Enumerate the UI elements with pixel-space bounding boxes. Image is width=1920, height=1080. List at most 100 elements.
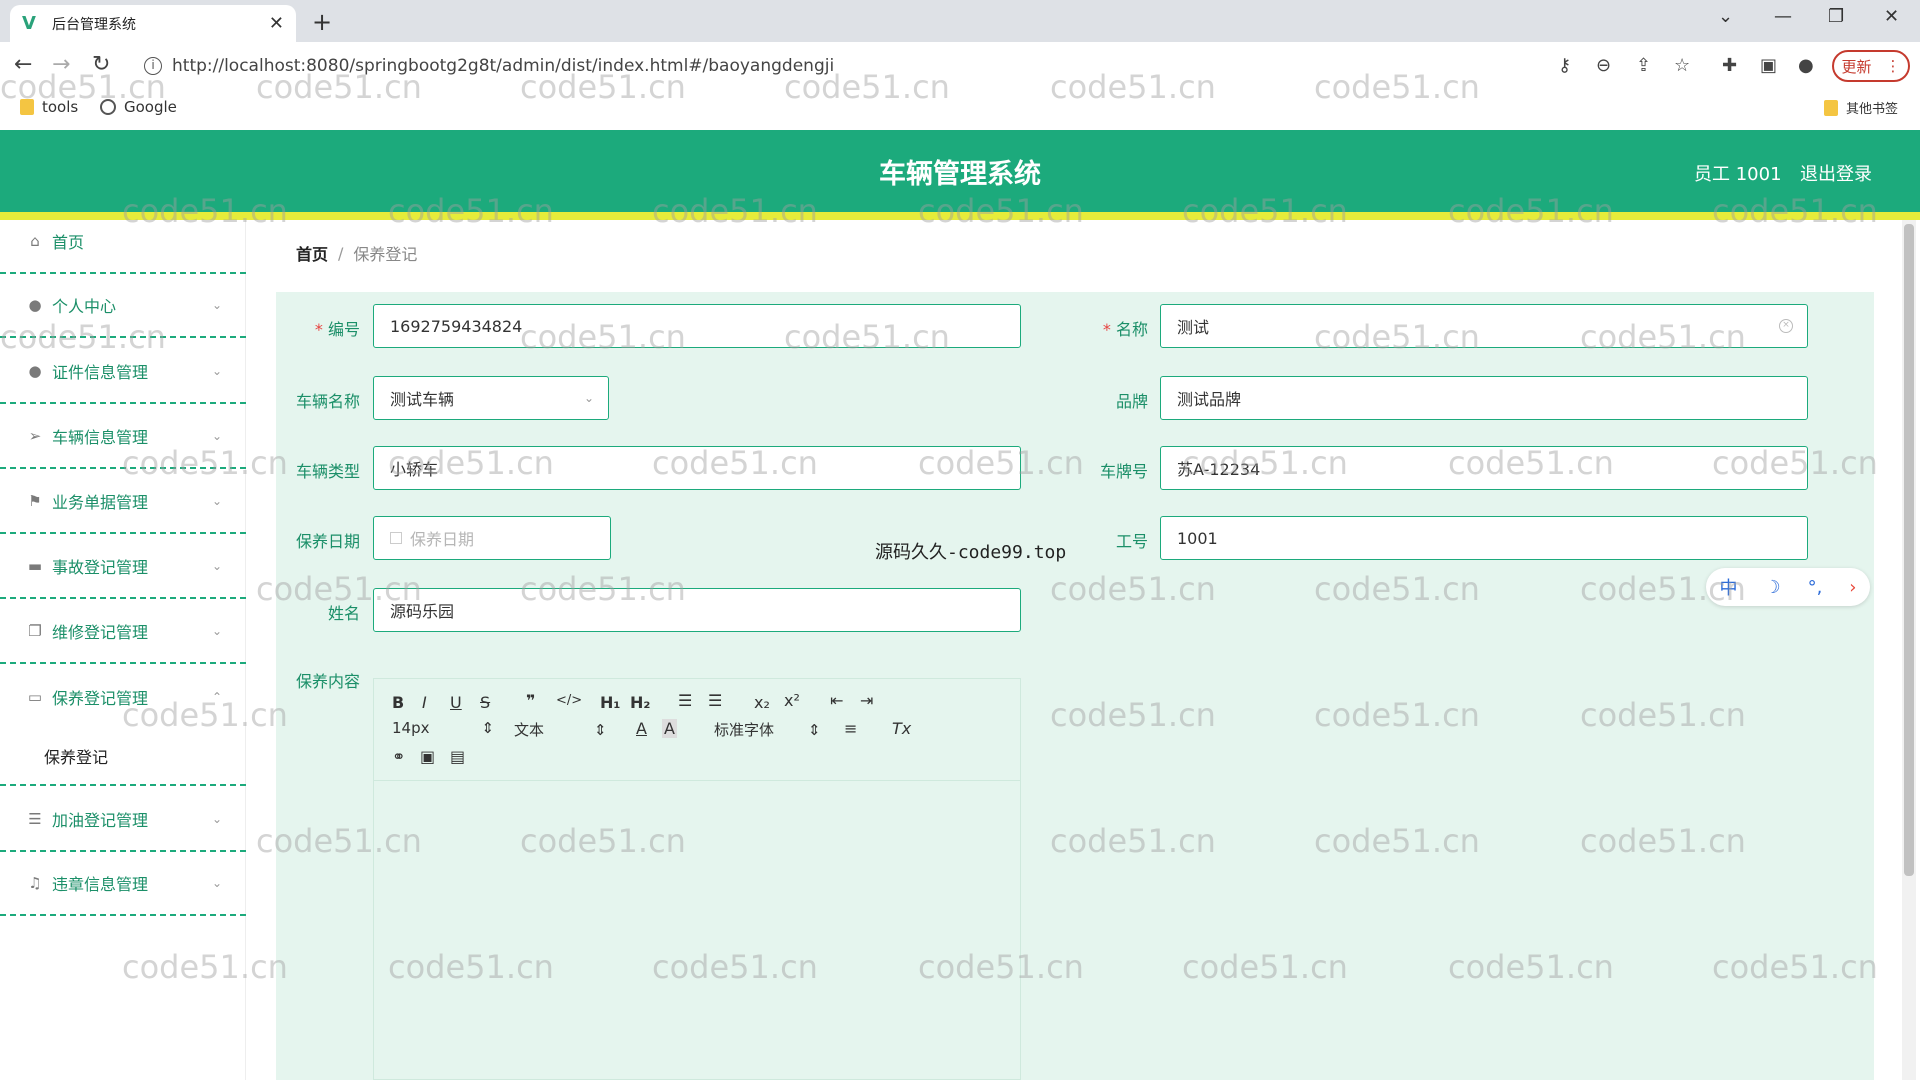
punctuation-icon[interactable]: °, — [1808, 577, 1823, 598]
new-tab-icon[interactable]: + — [312, 8, 332, 36]
outdent-icon[interactable]: ⇤ — [830, 691, 843, 710]
vehicle-name-select[interactable]: 测试车辆 ⌄ — [373, 376, 609, 420]
scrollbar-thumb[interactable] — [1904, 224, 1914, 876]
arrow-right-icon[interactable]: › — [1849, 577, 1856, 598]
moon-icon[interactable]: ☽ — [1764, 577, 1780, 598]
link-icon[interactable]: ⚭ — [392, 747, 405, 766]
star-icon[interactable]: ☆ — [1674, 55, 1690, 76]
sidebar-item-label: 首页 — [52, 233, 85, 252]
font-family-select[interactable]: 标准字体 ⇕ — [714, 719, 821, 740]
number-label: * 编号 — [314, 320, 360, 339]
heading2-icon[interactable]: H₂ — [630, 693, 650, 712]
underline-icon[interactable]: U — [450, 693, 462, 712]
sidebar-item-vehicles[interactable]: ➢ 车辆信息管理 ⌄ — [0, 405, 246, 469]
code-icon[interactable]: </> — [556, 693, 582, 708]
bookmark-label: Google — [124, 98, 177, 116]
bullet-list-icon[interactable]: ☰ — [708, 691, 722, 710]
zoom-icon[interactable]: ⊖ — [1596, 55, 1611, 76]
sidebar-item-accidents[interactable]: ▬ 事故登记管理 ⌄ — [0, 535, 246, 599]
number-value: 1692759434824 — [390, 316, 523, 336]
sidebar-item-fuel[interactable]: ☰ 加油登记管理 ⌄ — [0, 788, 246, 852]
ime-language[interactable]: 中 — [1719, 574, 1737, 600]
update-button[interactable]: 更新 ⋮ — [1832, 50, 1910, 82]
person-name-value: 源码乐园 — [390, 602, 455, 621]
italic-icon[interactable]: I — [422, 693, 427, 712]
subscript-icon[interactable]: x₂ — [754, 693, 770, 712]
sidebar-item-violations[interactable]: ♫ 违章信息管理 ⌄ — [0, 852, 246, 916]
globe-icon — [100, 99, 116, 115]
ime-toolbar[interactable]: 中 ☽ °, › — [1706, 568, 1870, 606]
reload-icon[interactable]: ↻ — [92, 52, 110, 77]
browser-tab[interactable]: V 后台管理系统 ✕ — [10, 5, 296, 42]
heading1-icon[interactable]: H₁ — [600, 693, 620, 712]
date-picker[interactable]: 保养日期 — [373, 516, 611, 560]
site-info-icon[interactable]: i — [144, 57, 162, 75]
chevron-down-icon: ⌄ — [583, 391, 594, 405]
sidebar-subitem-maintenance-register[interactable]: 保养登记 — [0, 728, 246, 786]
number-field[interactable]: 1692759434824 — [373, 304, 1021, 348]
date-label: 保养日期 — [295, 532, 360, 551]
blockquote-icon[interactable]: ❞ — [526, 691, 535, 710]
brand-field[interactable]: 测试品牌 — [1160, 376, 1808, 420]
plate-field[interactable]: 苏A-12234 — [1160, 446, 1808, 490]
tab-search-icon[interactable]: ⌄ — [1718, 6, 1733, 27]
image-icon[interactable]: ▣ — [420, 747, 435, 766]
vehicle-type-label: 车辆类型 — [295, 462, 360, 481]
superscript-icon[interactable]: x² — [784, 691, 800, 710]
job-no-field[interactable]: 1001 — [1160, 516, 1808, 560]
url-input[interactable]: i http://localhost:8080/springbootg2g8t/… — [136, 48, 1476, 84]
forward-icon[interactable]: → — [52, 52, 70, 77]
bookmark-google[interactable]: Google — [100, 98, 177, 116]
chevron-down-icon: ⌄ — [211, 298, 222, 312]
person-name-field[interactable]: 源码乐园 — [373, 588, 1021, 632]
strikethrough-icon[interactable]: S — [480, 693, 490, 712]
sidebar-item-maintenance[interactable]: ▭ 保养登记管理 ⌃ — [0, 665, 246, 729]
video-icon[interactable]: ▤ — [450, 747, 465, 766]
share-icon[interactable]: ⇪ — [1636, 55, 1651, 76]
bookmark-tools[interactable]: tools — [20, 98, 78, 116]
bookmark-label: tools — [42, 98, 79, 116]
more-menu-icon[interactable]: ⋮ — [1886, 57, 1901, 75]
breadcrumb-separator: / — [338, 243, 344, 263]
tab-title: 后台管理系统 — [52, 16, 136, 33]
vehicle-name-label: 车辆名称 — [295, 392, 360, 411]
rich-text-editor[interactable]: B I U S ❞ </> H₁ H₂ ☰ ☰ x₂ x² ⇤ ⇥ 14px ⇕ … — [373, 678, 1021, 1080]
extensions-icon[interactable]: ✚ — [1722, 55, 1737, 76]
sidebar-item-certificates[interactable]: ● 证件信息管理 ⌄ — [0, 340, 246, 404]
home-icon: ⌂ — [30, 232, 40, 250]
font-color-icon[interactable]: A — [636, 719, 647, 738]
tab-close-icon[interactable]: ✕ — [269, 13, 284, 34]
sidebar-item-documents[interactable]: ⚑ 业务单据管理 ⌄ — [0, 470, 246, 534]
key-icon[interactable]: ⚷ — [1558, 55, 1571, 76]
close-window-icon[interactable]: ✕ — [1884, 6, 1899, 27]
align-icon[interactable]: ≡ — [844, 719, 857, 738]
sidebar-item-personal[interactable]: ● 个人中心 ⌄ — [0, 274, 246, 338]
profile-icon[interactable]: ● — [1798, 55, 1814, 76]
content-label: 保养内容 — [295, 672, 360, 691]
font-size-select[interactable]: 14px ⇕ — [392, 719, 494, 737]
sidepanel-icon[interactable]: ▣ — [1760, 55, 1777, 76]
text-type-select[interactable]: 文本 ⇕ — [514, 719, 607, 740]
sidebar-item-home[interactable]: ⌂ 首页 — [0, 210, 246, 274]
vehicle-type-field[interactable]: 小轿车 — [373, 446, 1021, 490]
bookmark-other[interactable]: 其他书签 — [1824, 98, 1898, 117]
restore-icon[interactable]: ❐ — [1828, 6, 1844, 27]
indent-icon[interactable]: ⇥ — [860, 691, 873, 710]
background-color-icon[interactable]: A — [662, 719, 677, 738]
clear-icon[interactable]: × — [1779, 319, 1793, 333]
back-icon[interactable]: ← — [14, 52, 32, 77]
list-icon: ☰ — [28, 810, 42, 828]
bold-icon[interactable]: B — [392, 693, 404, 712]
sidebar-item-repairs[interactable]: ❐ 维修登记管理 ⌄ — [0, 600, 246, 664]
name-field[interactable]: 测试 × — [1160, 304, 1808, 348]
logout-link[interactable]: 退出登录 — [1800, 160, 1872, 186]
chevron-down-icon: ⌄ — [211, 876, 222, 890]
app-title: 车辆管理系统 — [879, 159, 1041, 190]
breadcrumb-home[interactable]: 首页 — [296, 241, 328, 265]
sidebar-item-label: 保养登记管理 — [52, 689, 149, 708]
calendar-icon — [390, 532, 402, 544]
minimize-icon[interactable]: — — [1774, 6, 1792, 27]
folder-icon — [20, 99, 34, 115]
ordered-list-icon[interactable]: ☰ — [678, 691, 692, 710]
clear-format-icon[interactable]: Tx — [892, 719, 911, 738]
